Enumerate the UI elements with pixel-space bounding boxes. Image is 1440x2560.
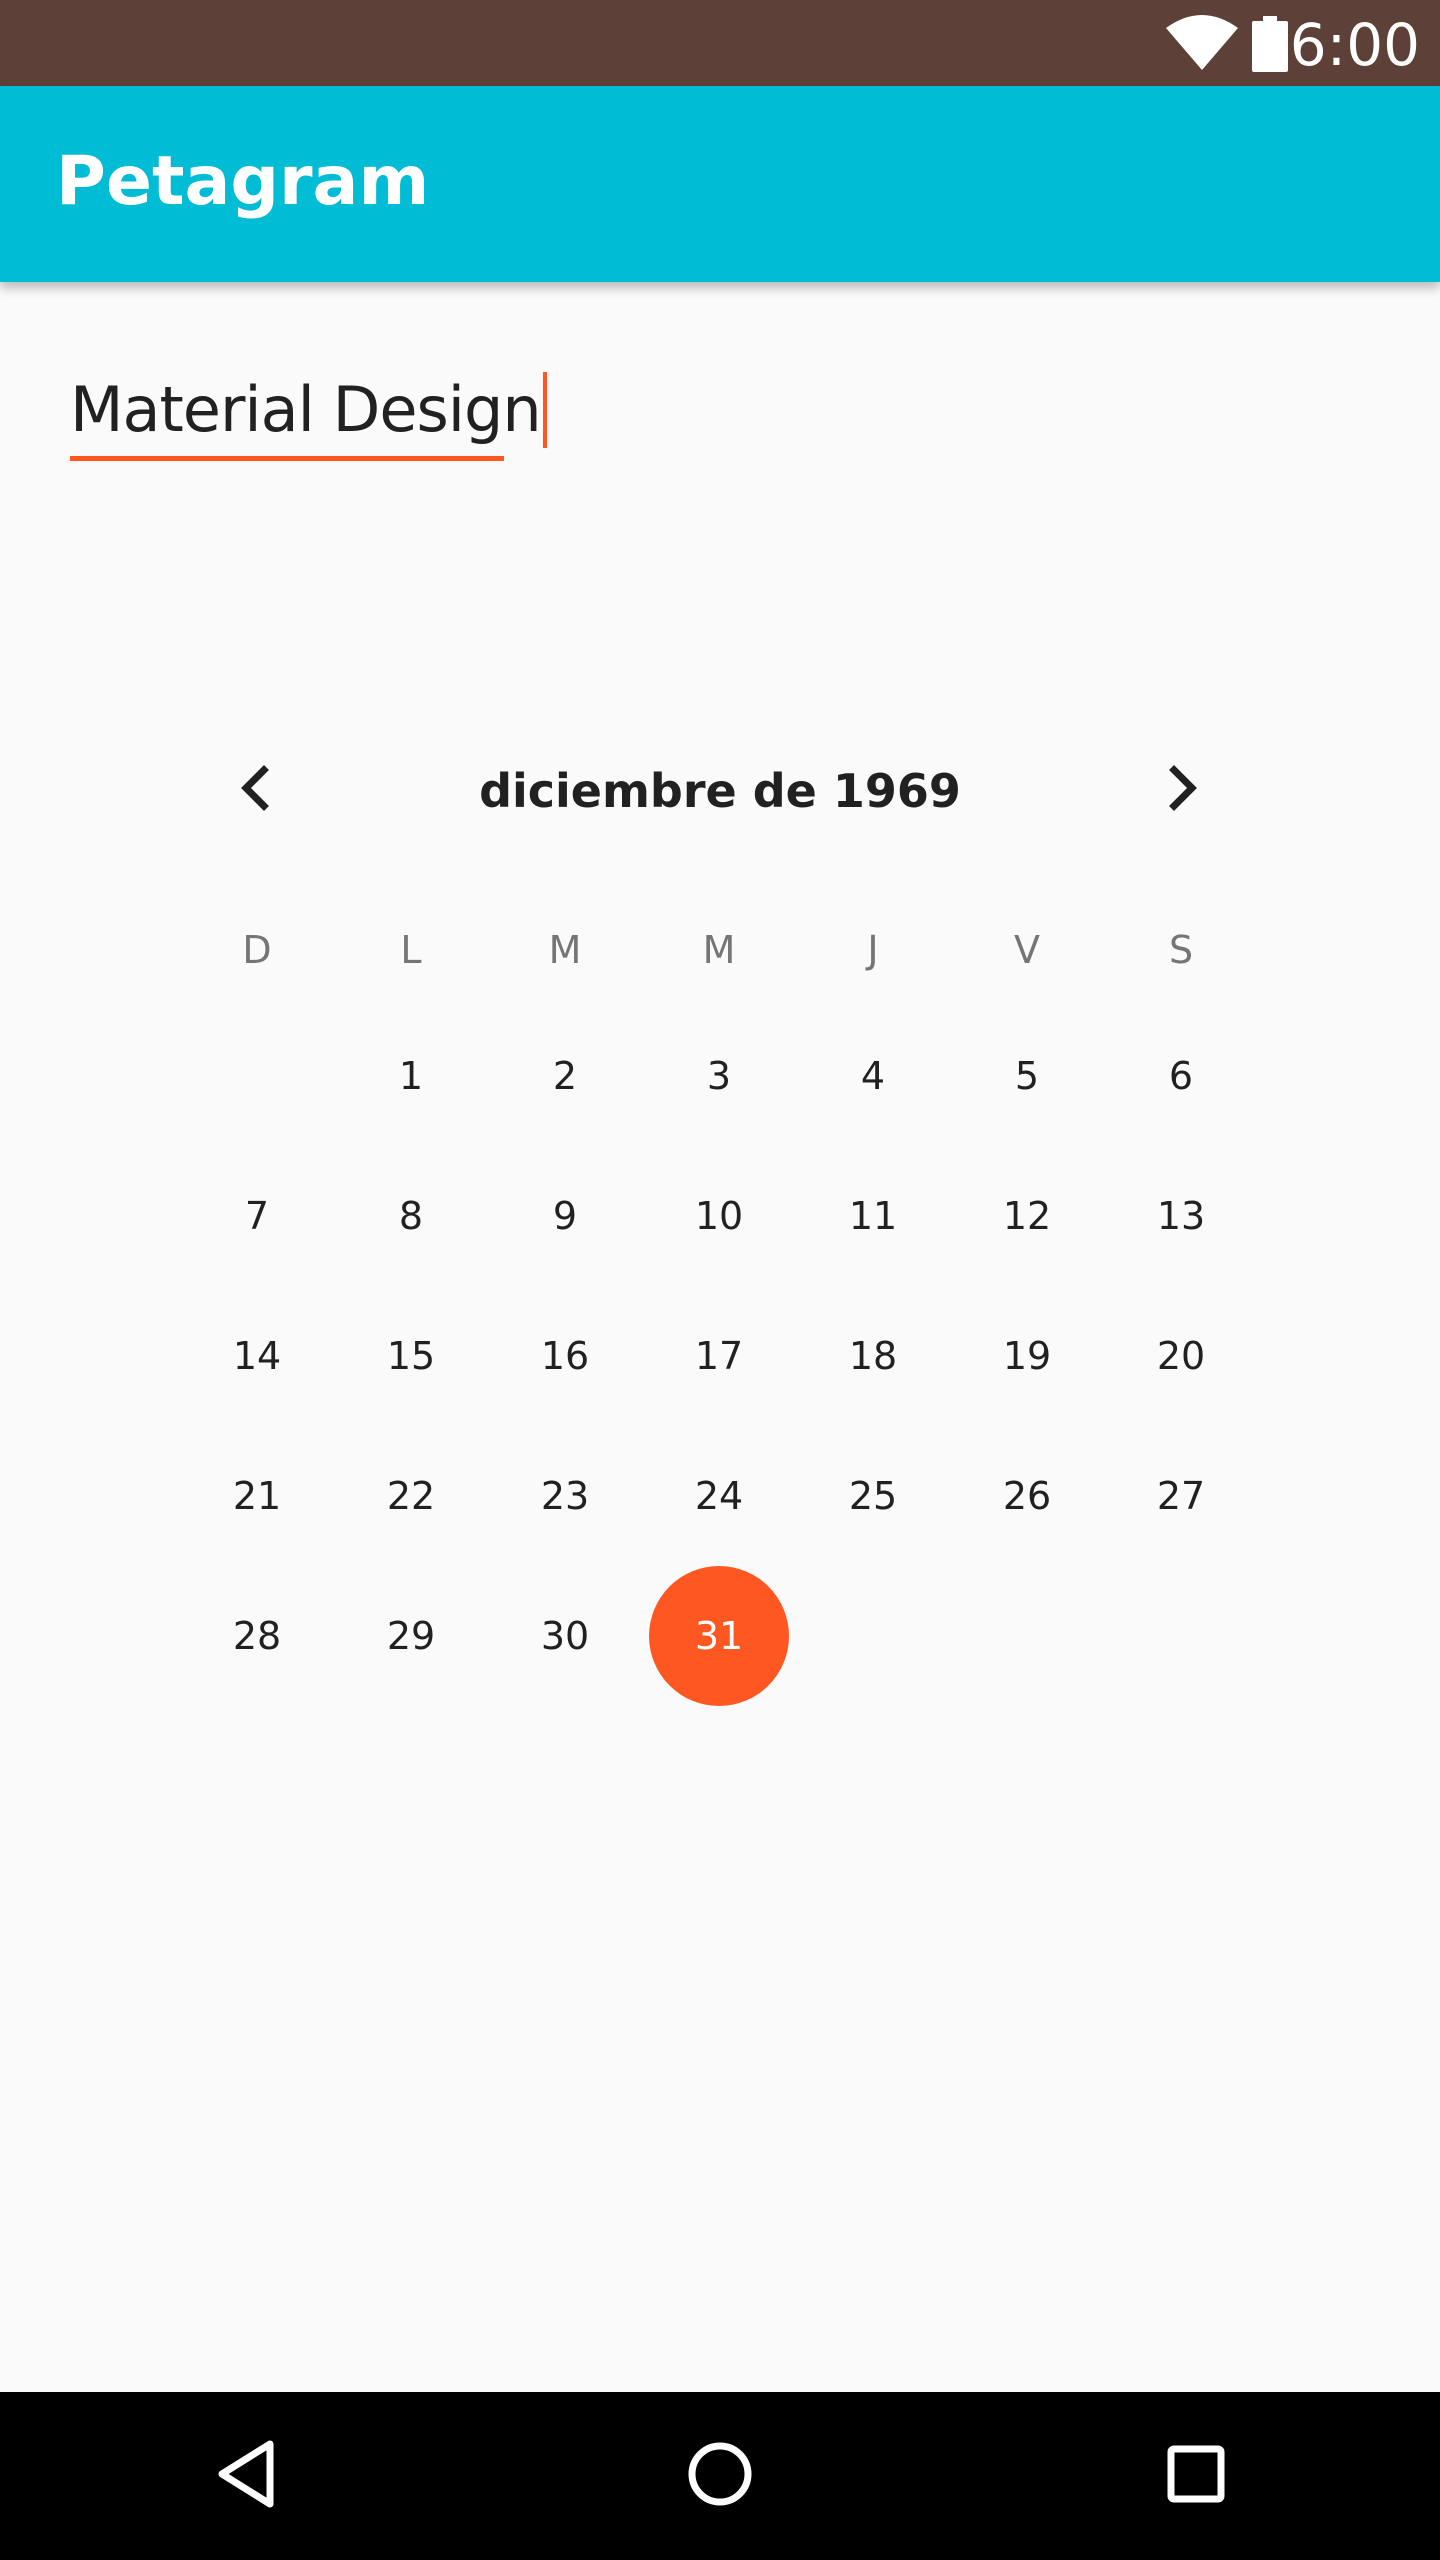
calendar-day[interactable]: 26: [957, 1426, 1097, 1566]
calendar-day[interactable]: 30: [495, 1566, 635, 1706]
calendar-day[interactable]: 27: [1111, 1426, 1251, 1566]
day-number: 27: [1156, 1474, 1206, 1518]
day-number: 29: [386, 1614, 436, 1658]
status-bar: 6:00: [0, 0, 1440, 86]
calendar-day[interactable]: 23: [495, 1426, 635, 1566]
day-number: 5: [1014, 1054, 1040, 1098]
calendar-day[interactable]: 13: [1111, 1146, 1251, 1286]
day-number: 18: [848, 1334, 898, 1378]
date-picker-calendar: diciembre de 1969 DLMMJVS 1 2 3 4 5 6 7 8 9 10 11 1…: [180, 740, 1260, 1740]
calendar-day[interactable]: 9: [495, 1146, 635, 1286]
day-number: 21: [232, 1474, 282, 1518]
calendar-day[interactable]: 16: [495, 1286, 635, 1426]
app-title: Petagram: [56, 142, 430, 221]
calendar-day[interactable]: 5: [957, 1006, 1097, 1146]
day-number: 24: [694, 1474, 744, 1518]
wifi-icon: [1166, 14, 1238, 75]
day-number: 6: [1168, 1054, 1194, 1098]
calendar-day[interactable]: 20: [1111, 1286, 1251, 1426]
home-button[interactable]: [670, 2426, 770, 2526]
calendar-day[interactable]: 22: [341, 1426, 481, 1566]
recents-button[interactable]: [1146, 2426, 1246, 2526]
calendar-day[interactable]: 14: [187, 1286, 327, 1426]
day-number: 16: [540, 1334, 590, 1378]
day-number: 4: [860, 1054, 886, 1098]
text-field-value[interactable]: Material Design: [70, 368, 542, 452]
weekday-label: S: [1168, 928, 1194, 972]
day-number: 14: [232, 1334, 282, 1378]
calendar-day[interactable]: 10: [649, 1146, 789, 1286]
calendar-day[interactable]: 21: [187, 1426, 327, 1566]
calendar-day[interactable]: 18: [803, 1286, 943, 1426]
status-time: 6:00: [1289, 11, 1420, 79]
day-number: 28: [232, 1614, 282, 1658]
recents-icon: [1166, 2444, 1226, 2509]
day-number: 19: [1002, 1334, 1052, 1378]
calendar-header: diciembre de 1969: [180, 740, 1260, 840]
day-number: 2: [552, 1054, 578, 1098]
calendar-day[interactable]: 8: [341, 1146, 481, 1286]
day-number: 26: [1002, 1474, 1052, 1518]
weekday-label: V: [1014, 928, 1040, 972]
day-number: 10: [694, 1194, 744, 1238]
calendar-day[interactable]: 25: [803, 1426, 943, 1566]
text-field-underline: [70, 456, 504, 461]
calendar-day[interactable]: 24: [649, 1426, 789, 1566]
day-number: 1: [398, 1054, 424, 1098]
day-number: 13: [1156, 1194, 1206, 1238]
calendar-day[interactable]: 4: [803, 1006, 943, 1146]
home-icon: [685, 2439, 755, 2514]
day-number: 15: [386, 1334, 436, 1378]
weekday-label: L: [400, 928, 422, 972]
app-bar: Petagram: [0, 86, 1440, 282]
day-number: 22: [386, 1474, 436, 1518]
weekday-label: D: [242, 928, 272, 972]
calendar-day[interactable]: 3: [649, 1006, 789, 1146]
day-number: 30: [540, 1614, 590, 1658]
calendar-day[interactable]: 19: [957, 1286, 1097, 1426]
day-number: 9: [552, 1194, 578, 1238]
day-number: 31: [694, 1614, 744, 1658]
month-year-label: diciembre de 1969: [479, 764, 961, 818]
calendar-day[interactable]: 7: [187, 1146, 327, 1286]
calendar-day[interactable]: 11: [803, 1146, 943, 1286]
calendar-day[interactable]: 17: [649, 1286, 789, 1426]
day-number: 12: [1002, 1194, 1052, 1238]
day-number: 25: [848, 1474, 898, 1518]
weekday-header-row: DLMMJVS: [180, 920, 1260, 980]
day-number: 23: [540, 1474, 590, 1518]
calendar-day[interactable]: 1: [341, 1006, 481, 1146]
battery-icon: [1252, 16, 1288, 77]
back-icon: [214, 2438, 278, 2515]
next-month-button[interactable]: [1142, 750, 1222, 830]
weekday-label: M: [702, 928, 736, 972]
day-number: 20: [1156, 1334, 1206, 1378]
calendar-day[interactable]: 28: [187, 1566, 327, 1706]
chevron-right-icon: [1162, 764, 1202, 817]
name-text-field[interactable]: Material Design: [70, 368, 547, 464]
day-number: 8: [398, 1194, 424, 1238]
weekday-label: M: [548, 928, 582, 972]
day-number: 17: [694, 1334, 744, 1378]
day-number: 7: [244, 1194, 270, 1238]
selected-day[interactable]: 31: [649, 1566, 789, 1706]
calendar-day[interactable]: 29: [341, 1566, 481, 1706]
calendar-day[interactable]: 6: [1111, 1006, 1251, 1146]
text-cursor: [542, 372, 547, 448]
day-number: 11: [848, 1194, 898, 1238]
day-number: 3: [706, 1054, 732, 1098]
weekday-label: J: [867, 928, 879, 972]
system-navigation-bar: [0, 2392, 1440, 2560]
calendar-day[interactable]: 2: [495, 1006, 635, 1146]
calendar-day[interactable]: 15: [341, 1286, 481, 1426]
calendar-day[interactable]: 12: [957, 1146, 1097, 1286]
back-button[interactable]: [196, 2426, 296, 2526]
